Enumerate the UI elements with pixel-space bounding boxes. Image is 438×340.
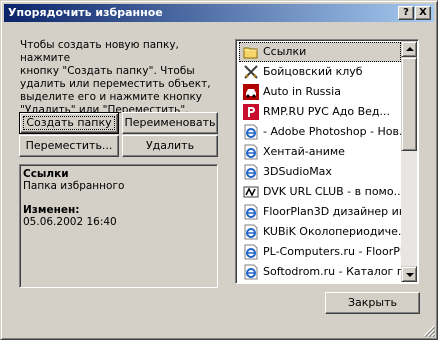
favorite-label: Ссылки: [263, 45, 307, 58]
close-button[interactable]: Закрыть: [325, 292, 420, 314]
favorite-item-dvk-url-club[interactable]: DVK URL CLUB - в помо...: [239, 182, 401, 202]
arrow-down-icon: [406, 273, 414, 277]
ie-page-icon: [244, 164, 258, 180]
details-name: Ссылки: [23, 168, 69, 180]
favorite-label: DVK URL CLUB - в помо...: [263, 185, 401, 198]
favorite-item-links[interactable]: Ссылки: [239, 42, 401, 62]
details-panel: Ссылки Папка избранного Изменен: 05.06.2…: [19, 164, 218, 288]
dvk-icon: [243, 186, 259, 198]
organize-favorites-dialog: Упорядочить избранное ? X Чтобы создать …: [0, 0, 438, 340]
favorite-label: RMP.RU РУС Адо Вед...: [263, 105, 391, 118]
favorite-item-softodrom[interactable]: Softodrom.ru - Каталог пр...: [239, 262, 401, 282]
favorite-item-pl-computers[interactable]: PL-Computers.ru - FloorPla...: [239, 242, 401, 262]
favorite-label: - Adobe Photoshop - Нов...: [263, 125, 401, 138]
move-button[interactable]: Переместить...: [19, 135, 119, 157]
ie-page-icon: [244, 204, 258, 220]
delete-button[interactable]: Удалить: [122, 135, 218, 157]
details-type: Папка избранного: [23, 180, 125, 192]
rmp-p-icon: [243, 104, 259, 120]
ie-page-icon: [244, 244, 258, 260]
scroll-thumb[interactable]: [401, 57, 417, 151]
resize-grip-icon[interactable]: [423, 325, 435, 337]
vertical-scrollbar[interactable]: [401, 41, 417, 282]
scroll-up-button[interactable]: [401, 41, 417, 57]
create-folder-button[interactable]: Создать папку: [19, 112, 119, 134]
rename-button[interactable]: Переименовать: [122, 112, 218, 134]
ie-page-icon: [244, 144, 258, 160]
crossed-swords-icon: [244, 65, 258, 79]
favorite-item-rmp[interactable]: RMP.RU РУС Адо Вед...: [239, 102, 401, 122]
title-bar[interactable]: Упорядочить избранное ? X: [4, 4, 434, 22]
favorite-label: KUBiK Околопериодиче...: [263, 225, 401, 238]
arrow-up-icon: [406, 47, 414, 51]
favorite-item-kubik[interactable]: KUBiK Околопериодиче...: [239, 222, 401, 242]
close-window-button[interactable]: X: [415, 6, 431, 20]
favorite-item-hentai-anime[interactable]: Хентай-аниме: [239, 142, 401, 162]
instructions-text: Чтобы создать новую папку, нажмите кнопк…: [20, 39, 211, 116]
ie-page-icon: [244, 224, 258, 240]
help-button[interactable]: ?: [398, 6, 414, 20]
ie-page-icon: [244, 124, 258, 140]
focus-ring: [23, 116, 115, 130]
favorite-item-photoshop[interactable]: - Adobe Photoshop - Нов...: [239, 122, 401, 142]
ie-page-icon: [244, 264, 258, 280]
favorite-label: FloorPlan3D дизайнер ин...: [263, 205, 401, 218]
folder-icon: [243, 47, 258, 59]
favorite-item-auto-in-russia[interactable]: Auto in Russia: [239, 82, 401, 102]
favorite-label: Хентай-аниме: [263, 145, 345, 158]
favorite-item-3dsudiomax[interactable]: 3DSudioMax: [239, 162, 401, 182]
favorite-item-fight-club[interactable]: Бойцовский клуб: [239, 62, 401, 82]
favorites-list[interactable]: Ссылки Бойцовский клуб Auto in Russia RM…: [235, 39, 419, 284]
details-spacer: [23, 192, 214, 204]
favorite-label: 3DSudioMax: [263, 165, 332, 178]
favorite-item-floorplan3d[interactable]: FloorPlan3D дизайнер ин...: [239, 202, 401, 222]
favorite-label: Бойцовский клуб: [263, 65, 363, 78]
favorite-label: PL-Computers.ru - FloorPla...: [263, 245, 401, 258]
car-icon: [243, 84, 259, 100]
favorites-items: Ссылки Бойцовский клуб Auto in Russia RM…: [239, 42, 401, 282]
favorite-label: Softodrom.ru - Каталог пр...: [263, 265, 401, 278]
favorite-label: Auto in Russia: [263, 85, 341, 98]
details-modified-value: 05.06.2002 16:40: [23, 216, 117, 228]
window-title: Упорядочить избранное: [8, 6, 163, 19]
scroll-down-button[interactable]: [401, 266, 417, 282]
details-modified-label: Изменен:: [23, 204, 80, 216]
